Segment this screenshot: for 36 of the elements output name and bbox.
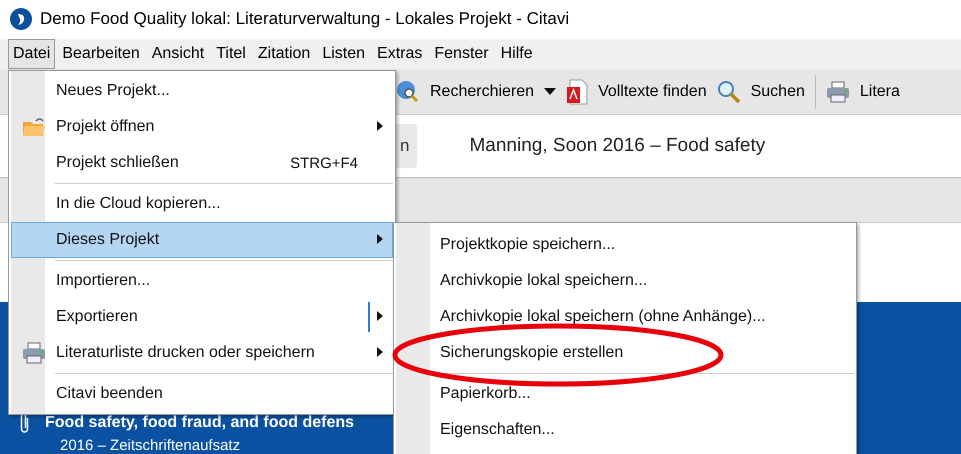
menu-entry[interactable]: Importieren...	[11, 263, 393, 299]
menu-entry[interactable]: Neues Projekt...	[11, 73, 393, 109]
toolbar-button[interactable]: Suchen	[716, 80, 805, 104]
menu-item[interactable]: Datei	[8, 39, 56, 69]
pdf-icon	[566, 78, 588, 105]
menu-item[interactable]: Zitation	[252, 39, 316, 69]
toolbar-button[interactable]: Volltexte finden	[566, 78, 707, 105]
folder-icon	[22, 117, 46, 137]
toolbar-button[interactable]: Recherchieren	[396, 80, 556, 104]
menu-item[interactable]: Bearbeiten	[57, 39, 145, 69]
menu-entry[interactable]: Eigenschaften...	[396, 412, 854, 448]
reference-title: Food safety, food fraud, and food defens	[45, 414, 354, 432]
menu-entry[interactable]: Archivkopie lokal speichern (ohne Anhänge)...	[396, 299, 854, 335]
menu-entry[interactable]: Projektkopie speichern...	[396, 227, 854, 263]
printer-icon	[22, 342, 46, 364]
window-title: Demo Food Quality lokal: Literaturverwaltung - Lokales Projekt - Citavi	[40, 9, 570, 30]
menu-entry[interactable]: Sicherungskopie erstellen	[396, 335, 854, 371]
toolbar-button[interactable]: Litera	[826, 80, 900, 103]
reference-type: 2016 – Zeitschriftenaufsatz	[59, 437, 242, 454]
menu-item[interactable]: Extras	[372, 39, 428, 69]
menu-item[interactable]: Fenster	[429, 39, 494, 69]
menu-item[interactable]: Titel	[211, 39, 251, 69]
menu-entry[interactable]: Archivkopie lokal speichern...	[396, 263, 854, 299]
menu-entry[interactable]: Dieses Projekt	[11, 222, 393, 258]
menu-entry[interactable]: Papierkorb...	[396, 376, 854, 412]
menu-item[interactable]: Listen	[317, 39, 370, 69]
shortcut-text: STRG+F4	[290, 154, 358, 172]
menu-item[interactable]: Ansicht	[146, 39, 210, 69]
app-logo-icon	[10, 8, 32, 30]
printer-icon	[826, 80, 850, 103]
menu-item[interactable]: Hilfe	[496, 39, 538, 69]
menu-entry[interactable]: Exportieren	[11, 299, 393, 335]
search-icon	[716, 80, 741, 104]
reference-heading: Manning, Soon 2016 – Food safety	[469, 134, 766, 157]
menu-entry[interactable]: Literaturliste drucken oder speichern	[11, 335, 393, 371]
menu-entry[interactable]: Citavi beenden	[11, 376, 393, 412]
